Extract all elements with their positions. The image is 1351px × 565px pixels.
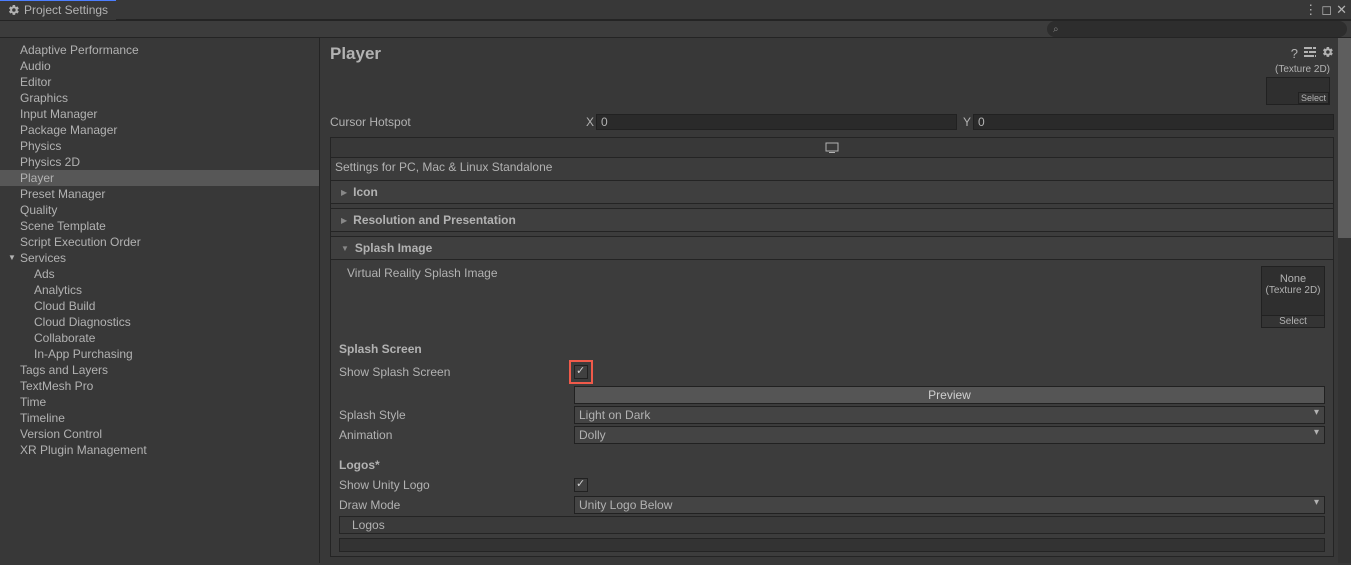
animation-select[interactable]: Dolly [574,426,1325,444]
vertical-scrollbar[interactable] [1338,38,1351,563]
sidebar-item-graphics[interactable]: Graphics [0,90,319,106]
sidebar-item-scene-template[interactable]: Scene Template [0,218,319,234]
texture-picker[interactable]: Select [1266,77,1330,105]
preview-button[interactable]: Preview [574,386,1325,404]
logos-heading: Logos* [339,458,574,472]
sidebar-item-editor[interactable]: Editor [0,74,319,90]
highlight-annotation [569,360,593,384]
sidebar-item-tags-and-layers[interactable]: Tags and Layers [0,362,319,378]
sidebar-item-quality[interactable]: Quality [0,202,319,218]
sidebar-item-audio[interactable]: Audio [0,58,319,74]
draw-mode-label: Draw Mode [339,498,574,512]
help-icon[interactable]: ? [1291,46,1298,61]
vr-splash-label: Virtual Reality Splash Image [339,266,574,280]
sidebar-item-cloud-diagnostics[interactable]: Cloud Diagnostics [0,314,319,330]
gear-icon [8,4,20,16]
section-resolution-title: Resolution and Presentation [353,213,516,227]
sidebar-item-ads[interactable]: Ads [0,266,319,282]
show-unity-logo-checkbox[interactable] [574,478,588,492]
tab-project-settings[interactable]: Project Settings [0,0,116,20]
sidebar-item-xr-plugin-management[interactable]: XR Plugin Management [0,442,319,458]
maximize-icon[interactable]: ◻ [1321,3,1332,16]
section-icon[interactable]: ▶ Icon [331,180,1333,204]
sidebar-item-textmesh-pro[interactable]: TextMesh Pro [0,378,319,394]
search-row: ⌕ [0,20,1351,38]
sidebar-item-services[interactable]: Services [0,250,319,266]
tab-bar: Project Settings ⋮ ◻ ✕ [0,0,1351,20]
content: Player ? (Texture 2D) Select [320,38,1351,563]
vr-splash-texture: None (Texture 2D) Select [1261,266,1325,328]
splash-style-select[interactable]: Light on Dark [574,406,1325,424]
sidebar: Adaptive Performance Audio Editor Graphi… [0,38,320,563]
platform-panel: Settings for PC, Mac & Linux Standalone … [330,137,1334,557]
sidebar-item-preset-manager[interactable]: Preset Manager [0,186,319,202]
window-controls: ⋮ ◻ ✕ [1304,3,1351,16]
tab-title: Project Settings [24,3,108,17]
settings-small-icon[interactable] [1322,46,1334,61]
platform-label: Settings for PC, Mac & Linux Standalone [331,158,1333,176]
splash-screen-heading: Splash Screen [339,342,574,356]
vr-texture-none-label: None [1262,267,1324,285]
logos-list-header[interactable]: Logos [339,516,1325,534]
sidebar-item-version-control[interactable]: Version Control [0,426,319,442]
sidebar-item-in-app-purchasing[interactable]: In-App Purchasing [0,346,319,362]
page-title: Player [330,44,381,64]
cursor-y-input[interactable] [973,114,1334,130]
logos-list-body [339,538,1325,552]
sidebar-item-time[interactable]: Time [0,394,319,410]
cursor-y-label: Y [963,115,971,129]
search-icon: ⌕ [1053,24,1059,35]
show-splash-screen-label[interactable]: Show Splash Screen [339,365,574,379]
sidebar-item-physics-2d[interactable]: Physics 2D [0,154,319,170]
sidebar-item-package-manager[interactable]: Package Manager [0,122,319,138]
vr-texture-picker[interactable]: None (Texture 2D) Select [1261,266,1325,328]
scrollbar-thumb[interactable] [1338,38,1351,238]
close-icon[interactable]: ✕ [1336,3,1347,16]
texture-select-button[interactable]: Select [1298,92,1329,104]
section-splash-image[interactable]: ▼ Splash Image [331,236,1333,260]
animation-label: Animation [339,428,574,442]
cursor-x-label: X [586,115,594,129]
draw-mode-select[interactable]: Unity Logo Below [574,496,1325,514]
sidebar-item-player[interactable]: Player [0,170,319,186]
sidebar-item-collaborate[interactable]: Collaborate [0,330,319,346]
sidebar-item-cloud-build[interactable]: Cloud Build [0,298,319,314]
search-input[interactable]: ⌕ [1047,21,1347,37]
section-resolution[interactable]: ▶ Resolution and Presentation [331,208,1333,232]
chevron-right-icon: ▶ [341,188,347,197]
chevron-down-icon: ▼ [341,244,349,253]
splash-style-label: Splash Style [339,408,574,422]
section-splash-image-title: Splash Image [355,241,432,255]
sidebar-item-physics[interactable]: Physics [0,138,319,154]
chevron-right-icon: ▶ [341,216,347,225]
sidebar-item-script-execution-order[interactable]: Script Execution Order [0,234,319,250]
sidebar-item-analytics[interactable]: Analytics [0,282,319,298]
texture-2d-label: (Texture 2D) [1266,64,1330,75]
menu-icon[interactable]: ⋮ [1304,3,1317,16]
sidebar-item-input-manager[interactable]: Input Manager [0,106,319,122]
presets-icon[interactable] [1304,46,1316,61]
texture-2d-field: (Texture 2D) Select [1266,64,1330,105]
vr-texture-select-button[interactable]: Select [1262,315,1324,327]
vr-texture-2d-label: (Texture 2D) [1262,285,1324,296]
sidebar-item-adaptive-performance[interactable]: Adaptive Performance [0,42,319,58]
cursor-hotspot-label: Cursor Hotspot [330,115,582,129]
platform-tab-standalone[interactable] [331,138,1333,158]
show-unity-logo-label: Show Unity Logo [339,478,574,492]
cursor-x-input[interactable] [596,114,957,130]
section-icon-title: Icon [353,185,378,199]
sidebar-item-timeline[interactable]: Timeline [0,410,319,426]
show-splash-screen-checkbox[interactable] [574,365,588,379]
